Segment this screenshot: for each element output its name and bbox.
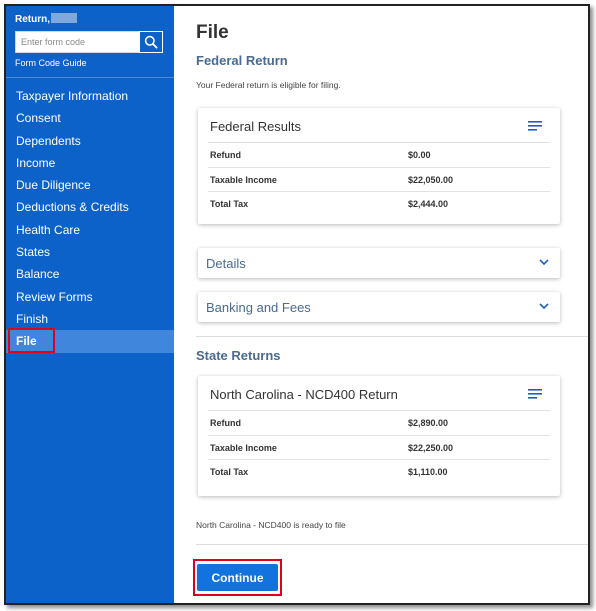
sidebar-divider xyxy=(6,77,174,78)
return-title-text: Return, xyxy=(15,14,50,25)
search-icon xyxy=(144,35,158,49)
row-label: Refund xyxy=(210,150,241,160)
sidebar-item-label: Taxpayer Information xyxy=(16,89,129,103)
section-divider xyxy=(196,336,588,337)
continue-button[interactable]: Continue xyxy=(197,564,278,591)
accordion-label: Banking and Fees xyxy=(206,300,311,315)
sidebar-item-label: States xyxy=(16,245,51,260)
federal-results-card: Federal Results Refund $0.00 Taxable Inco… xyxy=(198,108,560,224)
sidebar-item-states[interactable]: States xyxy=(6,241,174,263)
federal-return-heading: Federal Return xyxy=(196,53,288,68)
menu-icon[interactable] xyxy=(528,120,542,132)
menu-icon[interactable] xyxy=(528,388,542,400)
sidebar-item-taxpayer-information[interactable]: Taxpayer Information xyxy=(6,85,174,107)
sidebar-item-deductions-credits[interactable]: Deductions & Credits xyxy=(6,196,174,218)
sidebar: Return, Form Code Guide Taxpayer Informa… xyxy=(6,6,174,603)
banking-fees-accordion[interactable]: Banking and Fees xyxy=(198,292,560,322)
main-content: File Federal Return Your Federal return … xyxy=(174,6,588,603)
table-row: Taxable Income $22,050.00 xyxy=(208,166,550,192)
sidebar-item-consent[interactable]: Consent xyxy=(6,107,174,129)
row-value: $0.00 xyxy=(408,150,431,160)
sidebar-item-review-forms[interactable]: Review Forms xyxy=(6,286,174,308)
card-header: North Carolina - NCD400 Return xyxy=(198,376,560,410)
federal-eligible-text: Your Federal return is eligible for fili… xyxy=(196,80,341,90)
row-value: $22,250.00 xyxy=(408,442,454,453)
table-row: Total Tax $1,110.00 xyxy=(208,459,550,484)
row-value: $2,444.00 xyxy=(408,199,449,209)
sidebar-item-balance[interactable]: Balance xyxy=(6,263,174,285)
row-label: Total Tax xyxy=(210,199,249,209)
redacted-name xyxy=(51,13,77,23)
sidebar-nav: Taxpayer Information Consent Dependents … xyxy=(6,85,174,354)
sidebar-item-label: Finish xyxy=(16,311,49,326)
sidebar-item-finish[interactable]: Finish xyxy=(6,308,174,330)
details-accordion[interactable]: Details xyxy=(198,248,560,278)
table-row: Refund $2,890.00 xyxy=(208,410,550,435)
sidebar-item-label: Income xyxy=(16,155,56,170)
form-code-guide-link[interactable]: Form Code Guide xyxy=(15,58,87,68)
chevron-down-icon xyxy=(539,259,549,266)
row-label: Refund xyxy=(210,418,241,428)
row-label: Taxable Income xyxy=(210,174,277,185)
row-label: Taxable Income xyxy=(210,442,277,453)
table-row: Refund $0.00 xyxy=(208,142,550,167)
row-value: $2,890.00 xyxy=(408,418,449,428)
table-row: Total Tax $2,444.00 xyxy=(208,191,550,216)
results-table: Refund $2,890.00 Taxable Income $22,250.00… xyxy=(208,410,550,484)
section-divider xyxy=(196,544,588,545)
form-code-input[interactable] xyxy=(15,31,139,53)
state-ready-text: North Carolina - NCD400 is ready to file xyxy=(196,520,346,530)
return-title: Return, xyxy=(15,13,77,25)
page-title: File xyxy=(196,22,229,43)
row-label: Total Tax xyxy=(210,467,249,477)
results-table: Refund $0.00 Taxable Income $22,050.00 Tot… xyxy=(208,142,550,216)
table-row: Taxable Income $22,250.00 xyxy=(208,434,550,460)
sidebar-item-health-care[interactable]: Health Care xyxy=(6,219,174,241)
sidebar-item-file[interactable]: File xyxy=(6,328,174,354)
sidebar-item-label: Due Diligence xyxy=(16,178,91,193)
sidebar-item-due-diligence[interactable]: Due Diligence xyxy=(6,174,174,196)
state-returns-heading: State Returns xyxy=(196,348,281,363)
sidebar-item-label: Review Forms xyxy=(16,289,93,304)
accordion-label: Details xyxy=(206,256,246,271)
sidebar-item-label: Deductions & Credits xyxy=(16,200,129,215)
search-button[interactable] xyxy=(139,31,163,53)
chevron-down-icon xyxy=(539,303,549,310)
highlight-box xyxy=(8,328,55,354)
sidebar-item-label: Consent xyxy=(16,111,61,126)
sidebar-item-label: Dependents xyxy=(16,133,81,148)
card-title: Federal Results xyxy=(210,119,302,134)
app-window: Return, Form Code Guide Taxpayer Informa… xyxy=(4,4,590,605)
sidebar-item-dependents[interactable]: Dependents xyxy=(6,130,174,152)
sidebar-item-income[interactable]: Income xyxy=(6,152,174,174)
card-title: North Carolina - NCD400 Return xyxy=(210,387,398,402)
sidebar-item-label: Health Care xyxy=(16,222,81,237)
sidebar-item-label: Balance xyxy=(16,267,60,282)
row-value: $1,110.00 xyxy=(408,467,448,477)
form-code-search xyxy=(15,31,163,53)
row-value: $22,050.00 xyxy=(408,174,454,185)
card-header: Federal Results xyxy=(198,108,560,142)
state-return-card: North Carolina - NCD400 Return Refund $2,… xyxy=(198,376,560,496)
